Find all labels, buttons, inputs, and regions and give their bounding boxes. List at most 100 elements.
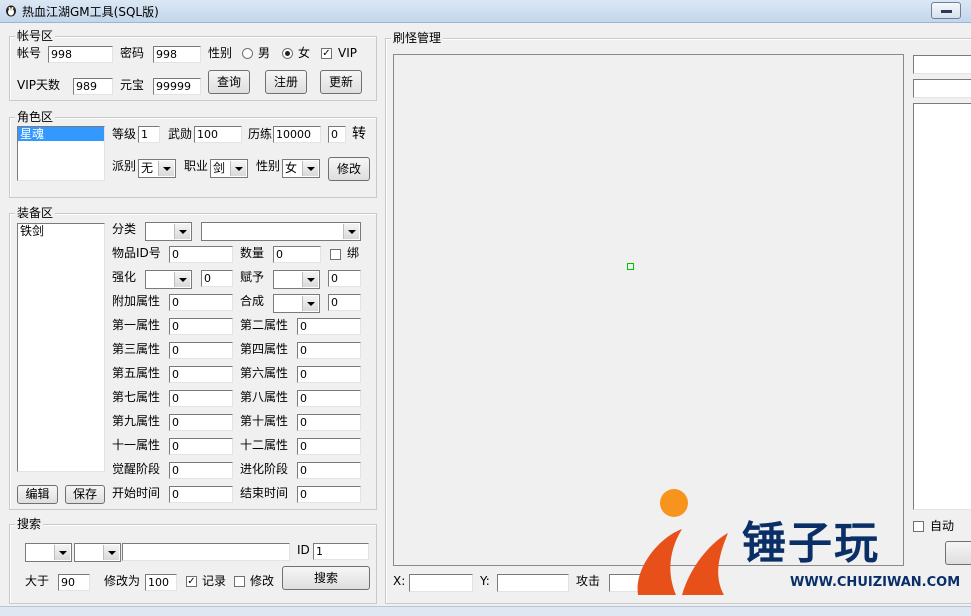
item-id-label: 物品ID号 (112, 246, 161, 260)
attr-input[interactable]: 0 (169, 438, 233, 455)
watermark-brand: 锤子玩 (742, 518, 880, 569)
turn-label: 转 (352, 126, 366, 142)
start-time-input[interactable]: 0 (169, 486, 233, 503)
extra-attr-label: 附加属性 (112, 294, 161, 308)
search-keyword-input[interactable] (122, 543, 290, 561)
enhance-input[interactable]: 0 (201, 270, 233, 287)
yuanbao-input[interactable]: 99999 (153, 78, 201, 95)
vip-days-input[interactable]: 989 (73, 78, 113, 95)
greater-input[interactable]: 90 (58, 574, 90, 591)
monster-id-input[interactable] (913, 79, 971, 98)
category-select[interactable] (145, 222, 192, 241)
map-name-input[interactable] (913, 55, 971, 74)
password-input[interactable]: 998 (153, 46, 201, 63)
search-group (9, 524, 377, 604)
character-group-label: 角色区 (15, 110, 56, 124)
attr-input[interactable]: 0 (169, 318, 233, 335)
minimize-button[interactable] (931, 2, 961, 19)
start-time-label: 开始时间 (112, 486, 161, 500)
attr-label: 第六属性 (240, 366, 289, 380)
grant-select[interactable] (273, 270, 320, 289)
chevron-down-icon (302, 296, 318, 311)
modify-to-label: 修改为 (104, 574, 141, 588)
attr-label: 第三属性 (112, 342, 161, 356)
martial-label: 武勋 (168, 127, 193, 141)
search-field-select[interactable] (74, 543, 121, 562)
char-gender-select[interactable]: 女 (282, 159, 320, 178)
update-button[interactable]: 更新 (320, 70, 362, 94)
exp-input[interactable]: 10000 (273, 126, 321, 143)
attr-input[interactable]: 0 (297, 390, 361, 407)
category-label: 分类 (112, 222, 137, 236)
gender-female-radio[interactable] (282, 48, 293, 59)
modify-checkbox[interactable] (234, 576, 245, 587)
y-input[interactable] (497, 574, 569, 592)
job-select[interactable]: 剑 (210, 159, 248, 178)
search-type-select[interactable] (25, 543, 72, 562)
evolve-input[interactable]: 0 (297, 462, 361, 479)
search-id-label: ID (297, 543, 310, 557)
attr-input[interactable]: 0 (297, 366, 361, 383)
chevron-down-icon (343, 224, 359, 239)
record-checkbox[interactable]: ✓ (186, 576, 197, 587)
account-input[interactable]: 998 (48, 46, 113, 63)
watermark-logo-icon (637, 489, 728, 595)
search-button[interactable]: 搜索 (282, 566, 370, 590)
level-input[interactable]: 1 (138, 126, 160, 143)
character-list-item[interactable]: 星魂 (18, 127, 104, 141)
chevron-down-icon (174, 224, 190, 239)
modify-to-input[interactable]: 100 (145, 574, 177, 591)
vip-label: VIP (338, 46, 357, 60)
attr-input[interactable]: 0 (169, 342, 233, 359)
equipment-list[interactable]: 铁剑 (17, 223, 105, 472)
save-button[interactable]: 保存 (65, 485, 105, 504)
end-time-label: 结束时间 (240, 486, 289, 500)
bind-checkbox[interactable] (330, 249, 341, 260)
edit-button[interactable]: 编辑 (17, 485, 58, 504)
item-select[interactable] (201, 222, 361, 241)
map-marker[interactable] (627, 263, 634, 270)
x-input[interactable] (409, 574, 473, 592)
attr-input[interactable]: 0 (169, 390, 233, 407)
item-id-input[interactable]: 0 (169, 246, 233, 263)
awaken-input[interactable]: 0 (169, 462, 233, 479)
qty-label: 数量 (240, 246, 265, 260)
x-label: X: (393, 574, 406, 588)
attr-label: 第五属性 (112, 366, 161, 380)
attr-input[interactable]: 0 (297, 318, 361, 335)
faction-select[interactable]: 无 (138, 159, 176, 178)
attr-input[interactable]: 0 (169, 366, 233, 383)
level-label: 等级 (112, 127, 137, 141)
monster-list[interactable] (913, 103, 971, 510)
turn-input[interactable]: 0 (328, 126, 346, 143)
window-title: 热血江湖GM工具(SQL版) (22, 5, 159, 19)
vip-checkbox[interactable]: ✓ (321, 48, 332, 59)
attr-label: 第八属性 (240, 390, 289, 404)
gender-male-label: 男 (258, 46, 271, 60)
character-list[interactable]: 星魂 (17, 126, 105, 181)
compose-select[interactable] (273, 294, 320, 313)
faction-label: 派别 (112, 159, 137, 173)
attr-input[interactable]: 0 (169, 414, 233, 431)
awaken-label: 觉醒阶段 (112, 462, 161, 476)
attr-label: 第九属性 (112, 414, 161, 428)
martial-input[interactable]: 100 (194, 126, 242, 143)
compose-input[interactable]: 0 (328, 294, 361, 311)
attr-input[interactable]: 0 (297, 342, 361, 359)
gender-male-radio[interactable] (242, 48, 253, 59)
register-button[interactable]: 注册 (265, 70, 307, 94)
grant-input[interactable]: 0 (328, 270, 361, 287)
attr-label: 第十属性 (240, 414, 289, 428)
query-button[interactable]: 查询 (208, 70, 250, 94)
qty-input[interactable]: 0 (273, 246, 321, 263)
watermark: 锤子玩 WWW.CHUIZIWAN.COM (630, 487, 960, 602)
attr-input[interactable]: 0 (297, 414, 361, 431)
attr-input[interactable]: 0 (297, 438, 361, 455)
end-time-input[interactable]: 0 (297, 486, 361, 503)
extra-attr-input[interactable]: 0 (169, 294, 233, 311)
search-id-input[interactable]: 1 (313, 543, 369, 560)
equipment-list-item[interactable]: 铁剑 (18, 224, 104, 238)
app-logo-icon (6, 5, 16, 17)
modify-character-button[interactable]: 修改 (328, 157, 370, 181)
enhance-select[interactable] (145, 270, 192, 289)
